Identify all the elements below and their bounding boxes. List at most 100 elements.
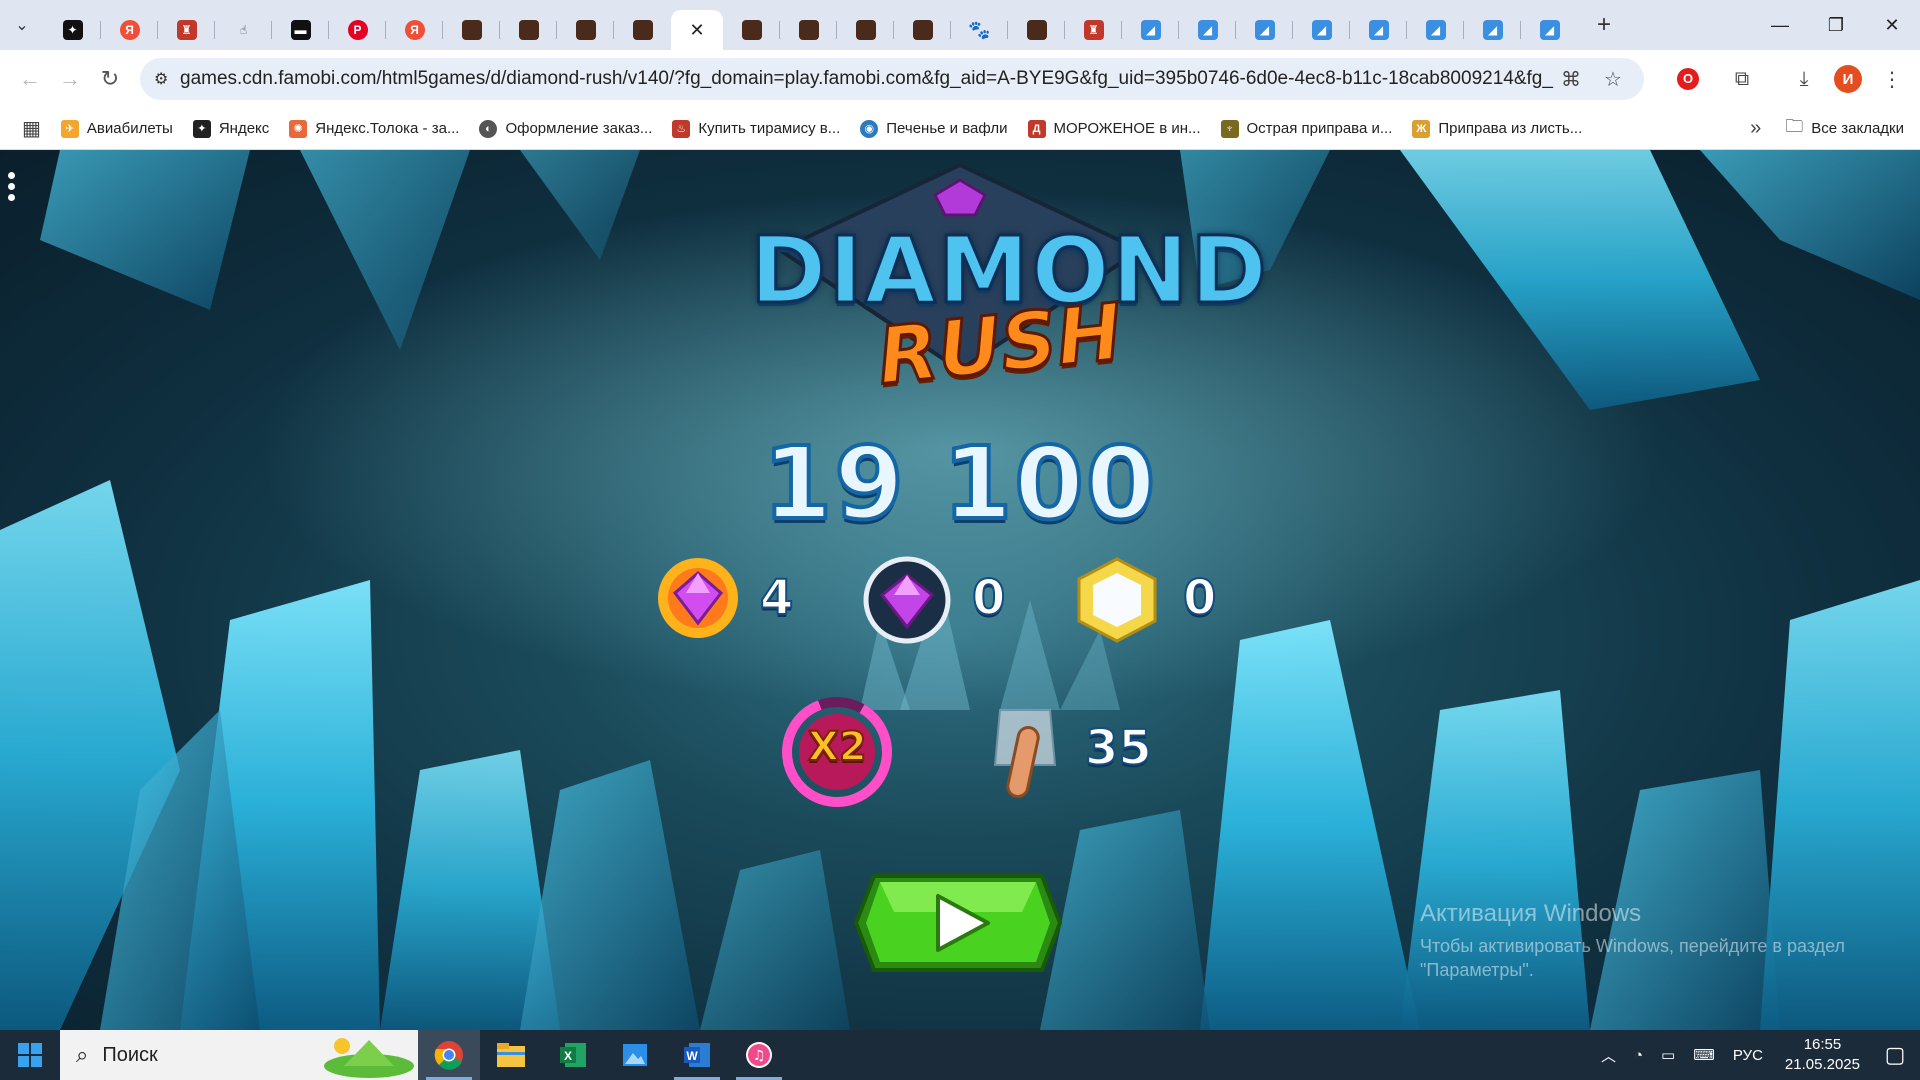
- network-icon[interactable]: ◔: [1634, 1047, 1643, 1064]
- tab[interactable]: [614, 10, 671, 50]
- clock-date: 21.05.2025: [1784, 1056, 1860, 1073]
- game-favicon-icon: [1026, 20, 1047, 40]
- bookmark-label: Яндекс: [218, 120, 270, 137]
- play-button[interactable]: [852, 872, 1064, 974]
- bookmark-item[interactable]: ♆ Острая приправа и...: [1220, 119, 1393, 138]
- tab[interactable]: ♜: [158, 10, 215, 50]
- windows-activation-watermark: Активация Windows Чтобы активировать Win…: [1420, 902, 1845, 982]
- avatar: И: [1834, 65, 1862, 93]
- tab-search-chevron-icon[interactable]: ⌄: [0, 0, 44, 50]
- forward-button[interactable]: →: [50, 59, 90, 99]
- new-tab-button[interactable]: +: [1584, 5, 1624, 45]
- bookmark-item[interactable]: ◐ Оформление заказ...: [479, 119, 653, 138]
- taskbar-photos[interactable]: [604, 1030, 666, 1080]
- taskbar-itunes[interactable]: ♫: [728, 1030, 790, 1080]
- download-icon[interactable]: ⤓: [1784, 59, 1824, 99]
- tab[interactable]: ◢: [1407, 10, 1464, 50]
- tab[interactable]: ☝: [215, 10, 272, 50]
- search-placeholder: Поиск: [102, 1043, 158, 1066]
- profile-avatar[interactable]: И: [1828, 59, 1868, 99]
- tab[interactable]: ◢: [1464, 10, 1521, 50]
- minimize-button[interactable]: —: [1752, 0, 1808, 50]
- tab[interactable]: ◢: [1293, 10, 1350, 50]
- extensions-icon[interactable]: ⧉: [1722, 59, 1762, 99]
- tap-finger-icon: [993, 709, 1057, 798]
- bookmark-item[interactable]: ✦ Яндекс: [192, 119, 270, 138]
- battery-icon[interactable]: ▭: [1661, 1046, 1675, 1064]
- tab[interactable]: [780, 10, 837, 50]
- game-favicon-icon: [798, 20, 819, 40]
- bookmark-star-icon[interactable]: ☆: [1596, 67, 1630, 92]
- game-menu-dots-icon[interactable]: [8, 172, 18, 205]
- tab-active[interactable]: ✕: [671, 10, 723, 50]
- app-favicon-icon: ◢: [1425, 20, 1446, 40]
- bookmark-item[interactable]: Д МОРОЖЕНОЕ в ин...: [1027, 119, 1201, 138]
- windows-taskbar: ⌕ Поиск X W ♫ ︿ ◔ ▭ ⌨ РУС 16:55 21.05.20…: [0, 1030, 1920, 1080]
- game-favicon-icon: ♜: [1083, 20, 1104, 40]
- notification-center-icon[interactable]: ▢: [1870, 1042, 1920, 1068]
- tab[interactable]: ◢: [1350, 10, 1407, 50]
- restore-button[interactable]: ❐: [1808, 0, 1864, 50]
- tab[interactable]: [894, 10, 951, 50]
- tab[interactable]: ◢: [1521, 10, 1578, 50]
- bookmark-label: Острая приправа и...: [1246, 120, 1393, 137]
- close-tab-icon[interactable]: ✕: [689, 20, 704, 41]
- apps-grid-icon[interactable]: ▦: [22, 116, 41, 141]
- tab[interactable]: [443, 10, 500, 50]
- bookmark-item[interactable]: ◉ Печенье и вафли: [860, 119, 1008, 138]
- adblock-icon[interactable]: O: [1668, 59, 1708, 99]
- bookmarks-more-button[interactable]: »: [1750, 117, 1761, 140]
- bookmark-item[interactable]: ♨ Купить тирамису в...: [672, 119, 841, 138]
- tab[interactable]: P: [329, 10, 386, 50]
- bookmark-item[interactable]: ✺ Яндекс.Толока - за...: [289, 119, 459, 138]
- folder-icon: [497, 1043, 525, 1067]
- app-favicon-icon: ◢: [1482, 20, 1503, 40]
- bookmark-favicon-icon: ✈: [60, 119, 79, 138]
- taskbar-word[interactable]: W: [666, 1030, 728, 1080]
- tab[interactable]: ♜: [1065, 10, 1122, 50]
- language-indicator[interactable]: РУС: [1733, 1047, 1763, 1064]
- menu-kebab-icon[interactable]: ⋮: [1872, 59, 1912, 99]
- tab[interactable]: [1008, 10, 1065, 50]
- keyboard-icon[interactable]: ⌨: [1693, 1046, 1715, 1064]
- start-button[interactable]: [0, 1030, 60, 1080]
- tab[interactable]: [500, 10, 557, 50]
- address-bar[interactable]: ⚙ games.cdn.famobi.com/html5games/d/diam…: [140, 58, 1644, 100]
- paw-favicon-icon: 🐾: [968, 19, 991, 40]
- all-bookmarks-button[interactable]: 🗀 Все закладки: [1785, 114, 1904, 144]
- bookmark-favicon-icon: ♨: [672, 119, 691, 138]
- tab[interactable]: ◢: [1179, 10, 1236, 50]
- taskbar-search-input[interactable]: ⌕ Поиск: [60, 1030, 418, 1080]
- tab[interactable]: [723, 10, 780, 50]
- taskbar-chrome[interactable]: [418, 1030, 480, 1080]
- tab[interactable]: Я: [386, 10, 443, 50]
- taskbar-file-explorer[interactable]: [480, 1030, 542, 1080]
- bookmark-label: Оформление заказ...: [505, 120, 653, 137]
- tab[interactable]: Я: [101, 10, 158, 50]
- app-favicon-icon: ◢: [1140, 20, 1161, 40]
- purple-gem-icon: [863, 556, 951, 644]
- watermark-line: "Параметры".: [1420, 960, 1534, 980]
- bookmark-item[interactable]: ✈ Авиабилеты: [60, 119, 173, 138]
- taskbar-excel[interactable]: X: [542, 1030, 604, 1080]
- close-window-button[interactable]: ✕: [1864, 0, 1920, 50]
- tab[interactable]: [557, 10, 614, 50]
- tab[interactable]: ◢: [1122, 10, 1179, 50]
- bookmark-label: Купить тирамису в...: [698, 120, 841, 137]
- tab[interactable]: [837, 10, 894, 50]
- url-text[interactable]: games.cdn.famobi.com/html5games/d/diamon…: [180, 68, 1554, 90]
- bookmark-favicon-icon: ◉: [860, 119, 879, 138]
- bookmark-item[interactable]: Ж Приправа из листь...: [1412, 119, 1582, 138]
- reload-button[interactable]: ↻: [90, 59, 130, 99]
- site-info-icon[interactable]: ⚙: [154, 69, 180, 89]
- back-button[interactable]: ←: [10, 59, 50, 99]
- tab[interactable]: ▬: [272, 10, 329, 50]
- game-canvas[interactable]: DIAMOND RUSH 19 100 4 0 0 X2 35 Активаци…: [0, 150, 1920, 1030]
- clock[interactable]: 16:55 21.05.2025: [1785, 1035, 1860, 1075]
- tab[interactable]: ◢: [1236, 10, 1293, 50]
- tab[interactable]: ✦: [44, 10, 101, 50]
- tab[interactable]: 🐾: [951, 10, 1008, 50]
- translate-icon[interactable]: ⌘: [1554, 67, 1588, 92]
- word-icon: W: [684, 1043, 710, 1067]
- tray-expand-chevron-icon[interactable]: ︿: [1601, 1045, 1616, 1066]
